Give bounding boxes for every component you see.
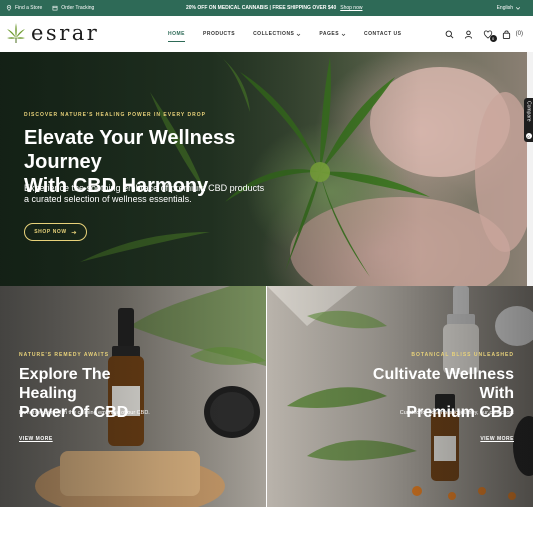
top-bar-left: Find a Store Order Tracking xyxy=(6,0,94,16)
hero-subtitle-line-1: Experience the soothing embrace of premi… xyxy=(24,183,265,193)
page-scroll-strip xyxy=(527,52,533,286)
promo-kicker: NATURE'S REMEDY AWAITS xyxy=(19,352,110,358)
nav-home[interactable]: HOME xyxy=(168,31,185,42)
promo-title-line-1: Explore The Healing xyxy=(19,366,111,402)
user-icon xyxy=(465,30,473,39)
compare-label: Compare xyxy=(525,101,532,122)
promo-subtitle: Curated for your holistic journey, our c… xyxy=(399,410,514,416)
location-pin-icon xyxy=(6,5,12,11)
view-more-link[interactable]: VIEW MORE xyxy=(19,436,53,442)
logo-text: esrar xyxy=(31,20,100,45)
hero-subtitle: Experience the soothing embrace of premi… xyxy=(24,183,274,205)
top-bar: Find a Store Order Tracking 20% OFF ON M… xyxy=(0,0,533,16)
wishlist-count-badge: 0 xyxy=(489,35,497,42)
shop-now-button[interactable]: SHOP NOW xyxy=(24,223,87,241)
find-store-link[interactable]: Find a Store xyxy=(6,5,42,11)
promo-text: 20% OFF ON MEDICAL CANNABIS | FREE SHIPP… xyxy=(186,5,337,11)
main-header: esrar HOME PRODUCTS COLLECTIONS PAGES CO… xyxy=(0,16,533,52)
hero-subtitle-line-2: a curated selection of wellness essentia… xyxy=(24,194,192,204)
shop-now-link[interactable]: Shop now xyxy=(340,5,362,11)
promo-card-wellness: BOTANICAL BLISS UNLEASHED Cultivate Well… xyxy=(267,286,533,507)
wishlist-button[interactable]: 0 xyxy=(483,29,497,42)
nav-home-label: HOME xyxy=(168,31,185,37)
promo-subtitle: Immerse yourself in the calming embrace … xyxy=(19,410,150,416)
promo-banner: 20% OFF ON MEDICAL CANNABIS | FREE SHIPP… xyxy=(186,0,362,16)
arrow-right-icon xyxy=(71,230,77,234)
nav-collections-label: COLLECTIONS xyxy=(253,31,295,37)
language-selector[interactable]: English xyxy=(497,0,521,16)
header-icons: 0 (0) xyxy=(445,16,523,52)
nav-products[interactable]: PRODUCTS xyxy=(203,31,235,37)
chevron-down-icon xyxy=(341,33,346,36)
compare-count: 0 xyxy=(525,133,532,139)
hero-kicker: DISCOVER NATURE'S HEALING POWER IN EVERY… xyxy=(24,112,206,118)
chevron-down-icon xyxy=(297,33,301,36)
nav-contact-label: CONTACT US xyxy=(364,31,402,37)
cart-count: (0) xyxy=(515,31,523,37)
find-store-label: Find a Store xyxy=(15,5,43,11)
nav-pages[interactable]: PAGES xyxy=(319,31,346,37)
page-bottom-area xyxy=(0,507,533,533)
order-tracking-label: Order Tracking xyxy=(61,5,95,11)
promo-kicker: BOTANICAL BLISS UNLEASHED xyxy=(411,352,514,358)
chevron-down-icon xyxy=(515,7,521,10)
promo-card-healing: NATURE'S REMEDY AWAITS Explore The Heali… xyxy=(0,286,266,507)
cart-button[interactable] xyxy=(502,29,512,39)
nav-pages-label: PAGES xyxy=(319,31,340,37)
view-more-link[interactable]: VIEW MORE xyxy=(480,436,514,442)
shop-now-label: SHOP NOW xyxy=(34,229,67,235)
cannabis-leaf-logo-icon xyxy=(7,23,25,43)
order-tracking-link[interactable]: Order Tracking xyxy=(52,5,94,11)
language-label: English xyxy=(496,5,513,11)
hero-title-line-1: Elevate Your Wellness Journey xyxy=(24,127,236,173)
compare-tab[interactable]: Compare 0 xyxy=(524,98,533,142)
account-button[interactable] xyxy=(464,29,474,39)
nav-contact[interactable]: CONTACT US xyxy=(364,31,401,37)
search-icon xyxy=(445,30,454,38)
shopping-bag-icon xyxy=(503,29,511,39)
search-button[interactable] xyxy=(445,29,455,39)
hero-banner: DISCOVER NATURE'S HEALING POWER IN EVERY… xyxy=(0,52,527,286)
box-icon xyxy=(52,5,58,11)
main-nav: HOME PRODUCTS COLLECTIONS PAGES CONTACT … xyxy=(168,16,401,52)
nav-collections[interactable]: COLLECTIONS xyxy=(253,31,301,37)
nav-products-label: PRODUCTS xyxy=(203,31,236,37)
promo-title-line-1: Cultivate Wellness With xyxy=(372,366,514,402)
logo[interactable]: esrar xyxy=(6,22,99,44)
